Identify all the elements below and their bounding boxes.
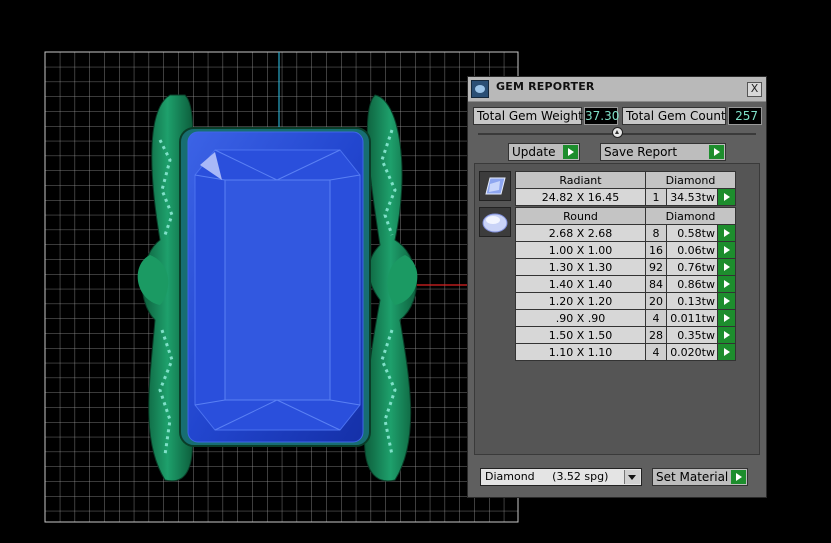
table-row: 1.30 X 1.30 92 0.76tw: [515, 258, 736, 276]
select-row-button[interactable]: [717, 188, 736, 206]
gem-weight: 0.13tw: [666, 292, 718, 310]
gem-weight: 0.58tw: [666, 224, 718, 242]
gem-list[interactable]: Radiant Diamond 24.82 X 16.45 1 34.53tw …: [474, 163, 760, 455]
gem-weight: 0.011tw: [666, 309, 718, 327]
round-gem-table: Round Diamond 2.68 X 2.68 8 0.58tw 1.00 X …: [515, 207, 736, 361]
select-row-button[interactable]: [717, 224, 736, 242]
gem-count: 28: [645, 326, 667, 344]
gem-size: 1.30 X 1.30: [515, 258, 646, 276]
update-button[interactable]: Update: [508, 143, 580, 161]
select-row-button[interactable]: [717, 258, 736, 276]
material-select[interactable]: Diamond (3.52 spg): [480, 468, 642, 486]
select-row-button[interactable]: [717, 309, 736, 327]
save-report-button-label: Save Report: [604, 145, 678, 159]
radiant-gem-icon[interactable]: [479, 171, 511, 201]
table-row: 1.50 X 1.50 28 0.35tw: [515, 326, 736, 344]
set-material-button-label: Set Material: [656, 470, 729, 484]
play-icon: [731, 470, 746, 484]
table-row: 1.40 X 1.40 84 0.86tw: [515, 275, 736, 293]
close-icon[interactable]: X: [747, 82, 762, 97]
gem-reporter-app-icon: [471, 80, 489, 98]
select-row-button[interactable]: [717, 241, 736, 259]
total-weight-label: Total Gem Weight: [473, 107, 583, 125]
gem-weight: 0.76tw: [666, 258, 718, 276]
gem-size: 24.82 X 16.45: [515, 188, 646, 206]
gem-weight: 0.35tw: [666, 326, 718, 344]
gem-count: 84: [645, 275, 667, 293]
gem-weight: 34.53tw: [666, 188, 718, 206]
collapse-handle-icon[interactable]: [612, 127, 623, 138]
gem-size: 1.10 X 1.10: [515, 343, 646, 361]
gem-count: 1: [645, 188, 667, 206]
gem-count: 8: [645, 224, 667, 242]
total-weight-value: 37.30: [584, 107, 620, 125]
gem-size: .90 X .90: [515, 309, 646, 327]
table-row: 2.68 X 2.68 8 0.58tw: [515, 224, 736, 242]
select-row-button[interactable]: [717, 292, 736, 310]
radiant-gem-table: Radiant Diamond 24.82 X 16.45 1 34.53tw: [515, 171, 736, 206]
radiant-gem: [179, 127, 371, 447]
gem-size: 2.68 X 2.68: [515, 224, 646, 242]
total-count-label: Total Gem Count: [622, 107, 726, 125]
gem-count: 92: [645, 258, 667, 276]
total-count-value: 257: [728, 107, 762, 125]
play-icon: [709, 145, 724, 159]
update-button-label: Update: [512, 145, 556, 159]
set-material-button[interactable]: Set Material: [652, 468, 748, 486]
gem-count: 20: [645, 292, 667, 310]
panel-title: GEM REPORTER: [496, 80, 595, 93]
gem-size: 1.00 X 1.00: [515, 241, 646, 259]
table-row: 1.10 X 1.10 4 0.020tw: [515, 343, 736, 361]
gem-count: 4: [645, 343, 667, 361]
gem-reporter-panel: GEM REPORTER X Total Gem Weight 37.30 To…: [467, 76, 767, 498]
gem-size: 1.40 X 1.40: [515, 275, 646, 293]
table-row: .90 X .90 4 0.011tw: [515, 309, 736, 327]
shape-header: Radiant: [515, 171, 646, 189]
gem-count: 16: [645, 241, 667, 259]
play-icon: [563, 145, 578, 159]
material-select-value: Diamond (3.52 spg): [485, 470, 609, 483]
table-row: 1.00 X 1.00 16 0.06tw: [515, 241, 736, 259]
panel-titlebar[interactable]: GEM REPORTER X: [468, 77, 766, 102]
gem-count: 4: [645, 309, 667, 327]
chevron-down-icon[interactable]: [624, 470, 640, 484]
select-row-button[interactable]: [717, 326, 736, 344]
gem-size: 1.20 X 1.20: [515, 292, 646, 310]
table-row: 24.82 X 16.45 1 34.53tw: [515, 188, 736, 206]
select-row-button[interactable]: [717, 343, 736, 361]
table-row: 1.20 X 1.20 20 0.13tw: [515, 292, 736, 310]
gem-weight: 0.06tw: [666, 241, 718, 259]
round-gem-icon[interactable]: [479, 207, 511, 237]
material-header: Diamond: [645, 207, 736, 225]
save-report-button[interactable]: Save Report: [600, 143, 726, 161]
material-header: Diamond: [645, 171, 736, 189]
select-row-button[interactable]: [717, 275, 736, 293]
gem-weight: 0.020tw: [666, 343, 718, 361]
shape-header: Round: [515, 207, 646, 225]
gem-size: 1.50 X 1.50: [515, 326, 646, 344]
gem-weight: 0.86tw: [666, 275, 718, 293]
